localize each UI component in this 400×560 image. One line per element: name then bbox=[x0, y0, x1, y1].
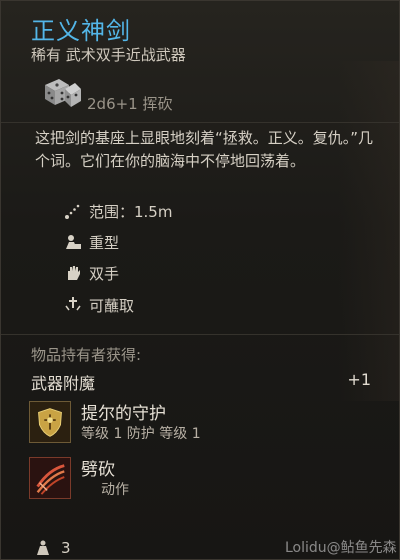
divider bbox=[1, 122, 399, 123]
entry-subtitle: 动作 bbox=[101, 482, 129, 498]
two-handed-icon bbox=[63, 263, 83, 283]
enchantment-title: 武器附魔 bbox=[31, 374, 96, 393]
item-title: 正义神剑 bbox=[31, 17, 131, 45]
tooltip-footer: 3 Lolidu@鲇鱼先森 bbox=[1, 535, 399, 559]
watermark: Lolidu@鲇鱼先森 bbox=[285, 540, 397, 556]
property-label: 双手 bbox=[89, 264, 120, 283]
item-subtitle: 稀有 武术双手近战武器 bbox=[31, 46, 186, 64]
entry-name: 劈砍 bbox=[81, 460, 115, 480]
heavy-icon bbox=[63, 232, 83, 252]
granted-label: 物品持有者获得: bbox=[31, 346, 142, 364]
granted-entry[interactable]: 劈砍 动作 bbox=[29, 457, 369, 509]
granted-entry[interactable]: 提尔的守护 等级 1 防护 等级 1 bbox=[29, 401, 369, 453]
enchantment-row: 武器附魔 +1 bbox=[31, 370, 371, 393]
property-heavy: 重型 bbox=[63, 230, 283, 254]
property-label: 重型 bbox=[89, 233, 120, 252]
weight-value: 3 bbox=[61, 539, 71, 557]
slash-icon bbox=[29, 457, 71, 499]
property-label: 范围：1.5m bbox=[89, 202, 173, 221]
damage-roll: 2d6+1 挥砍 bbox=[87, 95, 173, 113]
weight-icon bbox=[35, 539, 51, 557]
shield-emblem-icon bbox=[29, 401, 71, 443]
property-dippable: 可蘸取 bbox=[63, 293, 283, 317]
entry-subtitle: 等级 1 防护 等级 1 bbox=[81, 426, 201, 442]
enchantment-value: +1 bbox=[347, 370, 371, 389]
tooltip-header: 正义神剑 稀有 武术双手近战武器 2d6+1 挥砍 bbox=[1, 1, 399, 123]
entry-name: 提尔的守护 bbox=[81, 404, 166, 424]
dippable-icon bbox=[63, 295, 83, 315]
range-icon bbox=[63, 201, 83, 221]
item-tooltip: 正义神剑 稀有 武术双手近战武器 2d6+1 挥砍 这把剑的基座上显眼地刻着“拯 bbox=[0, 0, 400, 560]
property-range: 范围：1.5m bbox=[63, 199, 283, 223]
item-description: 这把剑的基座上显眼地刻着“拯救。正义。复仇。”几个词。它们在你的脑海中不停地回荡… bbox=[35, 129, 374, 170]
dice-icon bbox=[41, 71, 83, 111]
property-label: 可蘸取 bbox=[89, 296, 135, 315]
divider bbox=[1, 334, 399, 335]
property-two-handed: 双手 bbox=[63, 261, 283, 285]
